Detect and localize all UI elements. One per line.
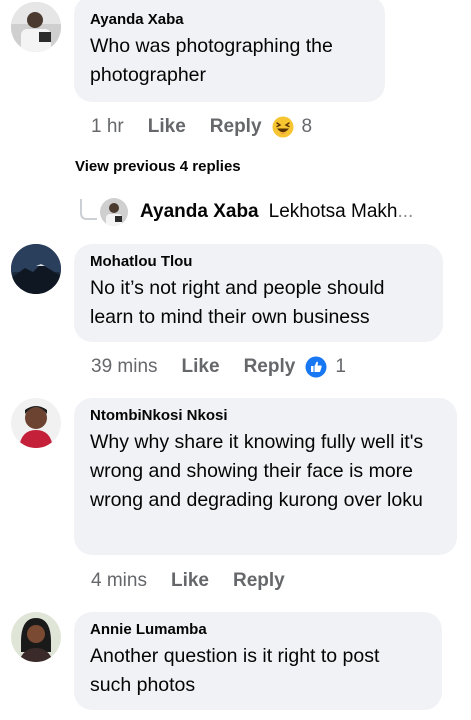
like-button[interactable]: Like: [171, 570, 209, 592]
collapsed-reply-preview: Lekhotsa Makh...: [269, 201, 414, 223]
comment-timestamp[interactable]: 39 mins: [91, 356, 158, 378]
reaction-count[interactable]: 8: [302, 116, 313, 138]
avatar[interactable]: [100, 198, 128, 226]
laugh-emoji-icon[interactable]: [272, 116, 294, 138]
like-button[interactable]: Like: [182, 356, 220, 378]
comment-timestamp[interactable]: 1 hr: [91, 116, 124, 138]
comment-text: Who was photographing the photographer: [90, 35, 333, 86]
reply-arrow-icon: [80, 199, 98, 225]
reply-button[interactable]: Reply: [210, 116, 262, 138]
comment-bubble: Ayanda Xaba Who was photographing the ph…: [74, 0, 385, 102]
comment-author[interactable]: Mohatlou Tlou: [90, 253, 427, 271]
collapsed-reply-text: Lekhotsa Makh: [268, 201, 398, 222]
comment-bubble: Mohatlou Tlou No it’s not right and peop…: [74, 244, 443, 342]
comment-author[interactable]: Annie Lumamba: [90, 621, 426, 639]
like-thumb-icon[interactable]: [305, 356, 327, 378]
avatar[interactable]: [11, 398, 61, 448]
avatar[interactable]: [11, 612, 61, 662]
comment-timestamp[interactable]: 4 mins: [91, 570, 147, 592]
reply-button[interactable]: Reply: [233, 570, 285, 592]
comment-bubble: NtombiNkosi Nkosi Why why share it knowi…: [74, 398, 457, 555]
comment-text: Another question is it right to post suc…: [90, 645, 380, 696]
reply-button[interactable]: Reply: [244, 356, 296, 378]
view-previous-replies-link[interactable]: View previous 4 replies: [75, 158, 241, 175]
avatar[interactable]: [11, 244, 61, 294]
comment-text: No it’s not right and people should lear…: [90, 277, 385, 328]
comment-actions: 1 hr Like Reply 8: [91, 116, 312, 138]
comment-actions: 39 mins Like Reply 1: [91, 356, 346, 378]
reaction-count[interactable]: 1: [335, 356, 346, 378]
collapsed-reply[interactable]: Ayanda Xaba Lekhotsa Makh...: [80, 198, 413, 226]
like-button[interactable]: Like: [148, 116, 186, 138]
comment-author[interactable]: Ayanda Xaba: [90, 11, 369, 29]
profile-photo: [11, 398, 61, 448]
comment-actions: 4 mins Like Reply: [91, 570, 309, 592]
profile-photo: [11, 612, 61, 662]
comment-text: Why why share it knowing fully well it's…: [90, 431, 424, 511]
comment-author[interactable]: NtombiNkosi Nkosi: [90, 407, 441, 425]
ellipsis: ...: [397, 201, 414, 222]
profile-photo: [11, 2, 61, 52]
collapsed-reply-author[interactable]: Ayanda Xaba: [140, 201, 259, 223]
avatar[interactable]: [11, 2, 61, 52]
comment-bubble: Annie Lumamba Another question is it rig…: [74, 612, 442, 710]
profile-photo: [11, 244, 61, 294]
profile-photo: [100, 198, 128, 226]
